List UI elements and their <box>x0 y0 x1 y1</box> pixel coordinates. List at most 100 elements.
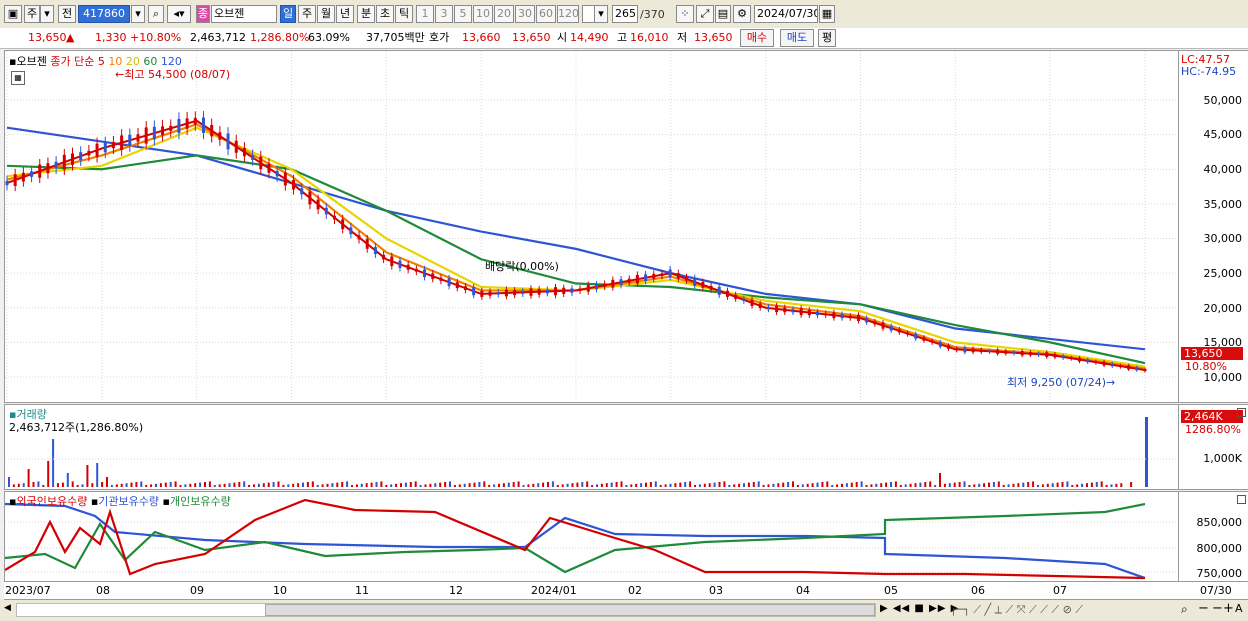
period-year[interactable]: 년 <box>336 5 354 23</box>
y-tick: 750,000 <box>1196 567 1243 580</box>
volume-bar <box>189 483 192 487</box>
volume-bar <box>228 483 231 487</box>
period-day[interactable]: 일 <box>280 5 296 23</box>
volume-badge: 2,464K <box>1181 410 1243 423</box>
candle <box>324 207 328 215</box>
search-icon[interactable]: ⌕ <box>148 5 164 23</box>
stock-tag-icon: 종 <box>196 5 210 23</box>
candle <box>594 284 598 290</box>
candle <box>30 171 34 177</box>
candle <box>38 164 42 178</box>
playback-controls[interactable]: ▶ ◀◀ ■ ▶▶ ▶ <box>880 603 959 614</box>
scroll-thumb[interactable] <box>265 604 875 616</box>
period-type-select[interactable]: 주 <box>24 5 40 23</box>
scroll-left-icon[interactable]: ◀ <box>4 603 14 617</box>
stock-code-input[interactable]: 417860 <box>78 5 130 23</box>
volume-bar <box>939 473 941 487</box>
candle <box>111 142 115 149</box>
chart-menu-icon[interactable]: ▣ <box>4 5 22 23</box>
zoom-out-icon[interactable]: − <box>1198 601 1209 616</box>
volume-panel[interactable]: ▪거래량 2,463,712주(1,286.80%) <box>4 404 1179 490</box>
volume-bar <box>174 481 177 487</box>
stock-name-field[interactable]: 오브젠 <box>211 5 277 23</box>
volume-bar <box>233 482 236 487</box>
volume-bar <box>821 482 824 487</box>
save-icon[interactable]: ▤ <box>715 5 731 23</box>
interval-1[interactable]: 1 <box>416 5 434 23</box>
volume-bar <box>429 483 432 487</box>
volume-chart <box>5 417 1178 487</box>
chevron-down-icon[interactable]: ▾ <box>40 5 54 23</box>
volume-bar <box>8 477 10 487</box>
draw-icon[interactable]: ⤢ <box>696 5 714 23</box>
candle <box>1012 351 1016 354</box>
holding-panel[interactable]: ▪외국인보유수량 ▪기관보유수량 ▪개인보유수량 <box>4 491 1179 582</box>
volume-bar <box>909 483 912 487</box>
date-input[interactable]: 2024/07/30 <box>754 5 818 23</box>
period-minute[interactable]: 분 <box>357 5 375 23</box>
speaker-icon[interactable]: ◂▾ <box>167 5 191 23</box>
period-second[interactable]: 초 <box>376 5 394 23</box>
interval-20[interactable]: 20 <box>494 5 514 23</box>
interval-3[interactable]: 3 <box>435 5 453 23</box>
close-icon[interactable] <box>1237 495 1246 504</box>
price-chart-panel[interactable]: ▪오브젠 종가 단순 5 10 20 60 120 ▦ ←최고 54,500 (… <box>4 50 1179 403</box>
price-change-pct: +10.80% <box>130 31 182 44</box>
volume-bar <box>610 482 613 487</box>
chevron-down-icon[interactable]: ▾ <box>594 5 608 23</box>
candle <box>1110 363 1114 367</box>
volume-bar <box>850 482 853 487</box>
volume-bar <box>272 482 275 487</box>
plus-icon[interactable]: + <box>1223 601 1234 616</box>
scroll-track[interactable] <box>16 603 876 617</box>
volume-bar <box>439 482 442 487</box>
volume-bar <box>81 484 84 487</box>
volume-y-axis: 2,464K 1286.80% 1,000K <box>1179 404 1248 490</box>
candle <box>603 283 607 287</box>
close-icon[interactable] <box>1237 408 1246 417</box>
candle <box>480 290 484 297</box>
interval-120[interactable]: 120 <box>557 5 579 23</box>
candle <box>161 126 165 136</box>
buy-button[interactable]: 매수 <box>740 29 774 47</box>
period-tick[interactable]: 틱 <box>395 5 413 23</box>
minus-icon[interactable]: − <box>1212 601 1223 616</box>
period-week[interactable]: 주 <box>298 5 316 23</box>
interval-30[interactable]: 30 <box>515 5 535 23</box>
compare-button[interactable]: 전 <box>58 5 76 23</box>
candle <box>758 303 762 309</box>
low-price: 13,650 <box>694 31 733 44</box>
font-size-icon[interactable]: A <box>1235 602 1243 615</box>
grid-icon[interactable]: ⁘ <box>676 5 694 23</box>
bar-count-input[interactable]: 265 <box>612 5 638 23</box>
eval-button[interactable]: 평 <box>818 29 836 47</box>
gear-icon[interactable]: ⚙ <box>733 5 751 23</box>
candle <box>382 254 386 260</box>
volume-bar <box>654 481 657 487</box>
sell-button[interactable]: 매도 <box>780 29 814 47</box>
volume-bar <box>1037 485 1039 487</box>
dividend-annotation: 배당락(0.00%) <box>485 260 559 273</box>
volume-bar <box>762 485 765 487</box>
chevron-down-icon[interactable]: ▾ <box>131 5 145 23</box>
calendar-icon[interactable]: ▦ <box>819 5 835 23</box>
zoom-icon[interactable]: ⌕ <box>1181 602 1188 617</box>
volume-bar <box>130 482 133 487</box>
period-month[interactable]: 월 <box>317 5 335 23</box>
candle <box>283 172 287 186</box>
candle <box>660 273 664 277</box>
volume-bar <box>473 482 476 487</box>
interval-60[interactable]: 60 <box>536 5 556 23</box>
drawing-tools[interactable]: ┌─┐ ⟋ ╱ ⟂ ⟋ ⤧ ⟋ ⟋ ⟋ ⊘ ⟋ <box>950 603 1083 617</box>
interval-5[interactable]: 5 <box>454 5 472 23</box>
volume-bar <box>204 482 206 487</box>
interval-10[interactable]: 10 <box>473 5 493 23</box>
volume-bar <box>600 483 603 487</box>
candle <box>365 239 369 249</box>
x-tick: 06 <box>971 584 985 597</box>
candle <box>504 289 508 297</box>
table-icon[interactable]: ▦ <box>11 71 25 85</box>
volume-bar <box>551 481 554 487</box>
volume-bar <box>449 481 451 487</box>
ask-price: 13,660 <box>462 31 501 44</box>
